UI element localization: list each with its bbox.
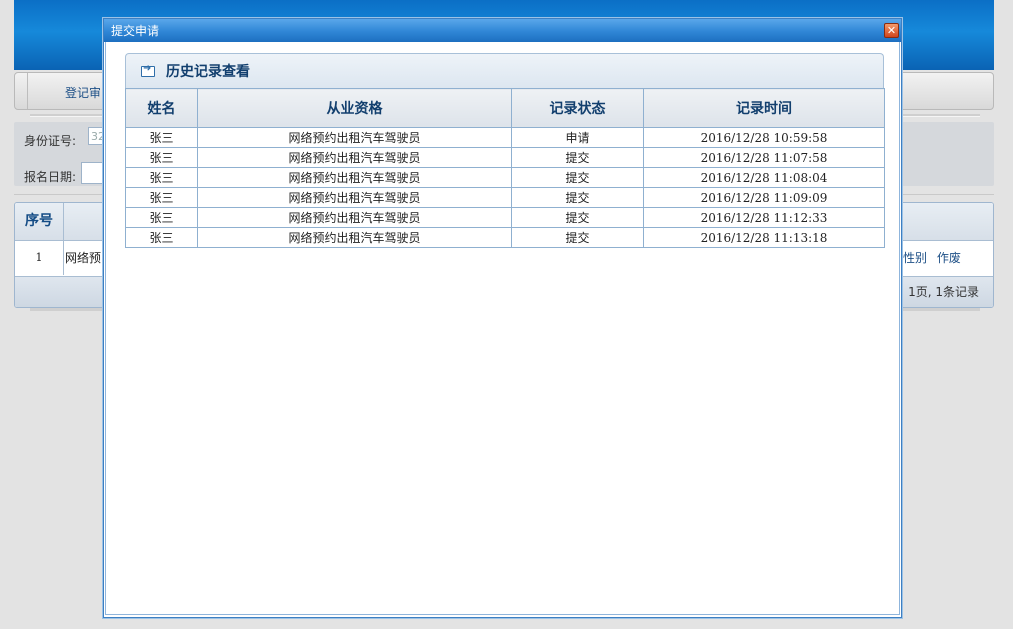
signup-date-label: 报名日期: bbox=[24, 170, 77, 184]
cell-time: 2016/12/28 10:59:58 bbox=[643, 127, 885, 148]
cell-status: 提交 bbox=[511, 187, 644, 208]
cell-qualification: 网络预约出租汽车驾驶员 bbox=[197, 207, 512, 228]
row-qualification: 网络预 bbox=[65, 251, 102, 265]
arrow-right-icon bbox=[141, 63, 155, 77]
cell-time: 2016/12/28 11:08:04 bbox=[643, 167, 885, 188]
history-panel-title: 历史记录查看 bbox=[166, 64, 250, 80]
submit-application-dialog: 提交申请 ✕ 历史记录查看 姓名 从业资格 记录状态 记录时间 bbox=[103, 18, 902, 618]
table-row: 张三 网络预约出租汽车驾驶员 申请 2016/12/28 10:59:58 bbox=[125, 127, 885, 148]
cell-name: 张三 bbox=[125, 127, 198, 148]
table-row: 张三 网络预约出租汽车驾驶员 提交 2016/12/28 11:07:58 bbox=[125, 147, 885, 168]
row-seq: 1 bbox=[15, 241, 64, 275]
cell-status: 提交 bbox=[511, 147, 644, 168]
column-header-seq: 序号 bbox=[15, 203, 64, 240]
cell-time: 2016/12/28 11:13:18 bbox=[643, 227, 885, 248]
table-row: 张三 网络预约出租汽车驾驶员 提交 2016/12/28 11:13:18 bbox=[125, 227, 885, 248]
table-row: 张三 网络预约出租汽车驾驶员 提交 2016/12/28 11:12:33 bbox=[125, 207, 885, 228]
cell-name: 张三 bbox=[125, 167, 198, 188]
cell-name: 张三 bbox=[125, 207, 198, 228]
cell-name: 张三 bbox=[125, 227, 198, 248]
table-row: 张三 网络预约出租汽车驾驶员 提交 2016/12/28 11:08:04 bbox=[125, 167, 885, 188]
dialog-titlebar[interactable]: 提交申请 ✕ bbox=[104, 19, 901, 42]
row-actions: 性别 作废 bbox=[903, 241, 967, 275]
cell-status: 提交 bbox=[511, 227, 644, 248]
cell-status: 提交 bbox=[511, 207, 644, 228]
cell-time: 2016/12/28 11:09:09 bbox=[643, 187, 885, 208]
history-panel: 历史记录查看 姓名 从业资格 记录状态 记录时间 张三 bbox=[125, 53, 885, 248]
page-info: 1页, 1条记录 bbox=[908, 285, 979, 299]
cell-time: 2016/12/28 11:12:33 bbox=[643, 207, 885, 228]
cell-qualification: 网络预约出租汽车驾驶员 bbox=[197, 187, 512, 208]
cell-qualification: 网络预约出租汽车驾驶员 bbox=[197, 227, 512, 248]
gender-action-link[interactable]: 性别 bbox=[903, 251, 927, 265]
cell-name: 张三 bbox=[125, 147, 198, 168]
cell-qualification: 网络预约出租汽车驾驶员 bbox=[197, 167, 512, 188]
cell-status: 申请 bbox=[511, 127, 644, 148]
cell-qualification: 网络预约出租汽车驾驶员 bbox=[197, 127, 512, 148]
dialog-body: 历史记录查看 姓名 从业资格 记录状态 记录时间 张三 bbox=[105, 42, 900, 615]
table-row: 张三 网络预约出租汽车驾驶员 提交 2016/12/28 11:09:09 bbox=[125, 187, 885, 208]
id-number-label: 身份证号: bbox=[24, 134, 77, 148]
history-table-header-row: 姓名 从业资格 记录状态 记录时间 bbox=[125, 88, 885, 128]
column-header-time: 记录时间 bbox=[643, 88, 885, 128]
dialog-title: 提交申请 bbox=[111, 24, 160, 38]
history-table: 姓名 从业资格 记录状态 记录时间 张三 网络预约出租汽车驾驶员 申请 2016… bbox=[125, 88, 885, 248]
column-header-name: 姓名 bbox=[125, 88, 198, 128]
cell-status: 提交 bbox=[511, 167, 644, 188]
column-header-qualification: 从业资格 bbox=[197, 88, 512, 128]
cell-name: 张三 bbox=[125, 187, 198, 208]
cell-qualification: 网络预约出租汽车驾驶员 bbox=[197, 147, 512, 168]
column-header-status: 记录状态 bbox=[511, 88, 644, 128]
history-panel-header: 历史记录查看 bbox=[125, 53, 884, 89]
void-action-link[interactable]: 作废 bbox=[937, 251, 961, 265]
close-icon[interactable]: ✕ bbox=[884, 23, 899, 38]
cell-time: 2016/12/28 11:07:58 bbox=[643, 147, 885, 168]
